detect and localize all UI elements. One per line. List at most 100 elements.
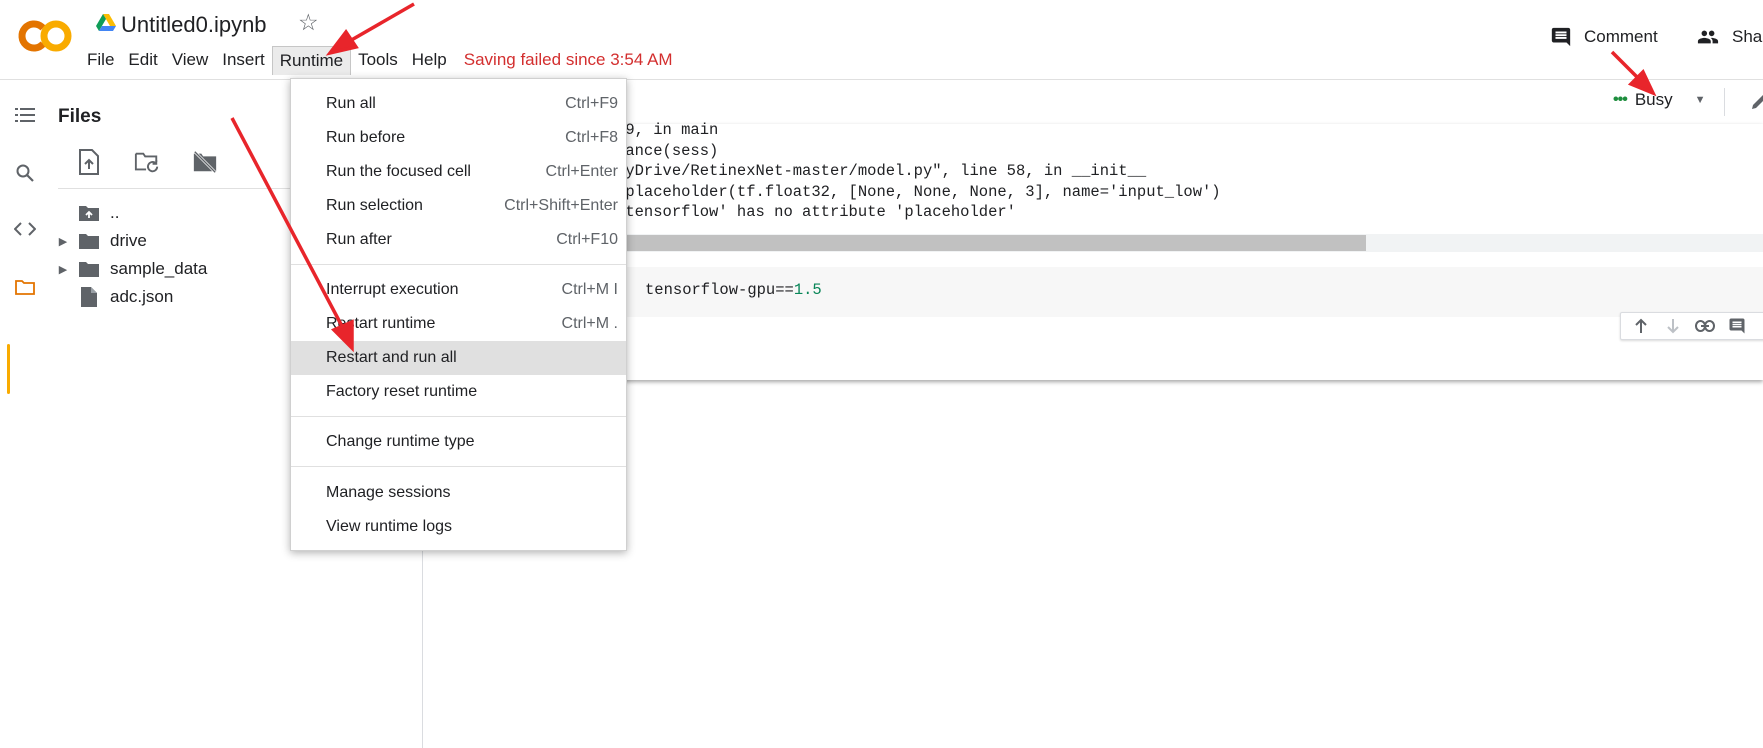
output-line: ent/drive/MyDrive/RetinexNet-master/mode…: [523, 162, 1147, 180]
menu-item-shortcut: Ctrl+M I: [561, 281, 618, 298]
menu-item-label: Interrupt execution: [326, 281, 459, 298]
search-icon[interactable]: [14, 162, 36, 184]
menu-item-shortcut: Ctrl+F8: [565, 129, 618, 146]
upload-file-icon[interactable]: [76, 148, 102, 176]
notebook-title[interactable]: Untitled0.ipynb: [121, 12, 267, 38]
code-number: 1.5: [793, 281, 822, 299]
comment-label: Comment: [1584, 27, 1658, 46]
files-toolbar: [76, 148, 218, 176]
share-button[interactable]: Sha: [1696, 26, 1762, 48]
tree-item-label: sample_data: [110, 259, 208, 278]
menu-separator: [291, 466, 626, 467]
folder-up-icon: [76, 202, 102, 224]
star-icon[interactable]: ☆: [298, 12, 319, 35]
folder-icon: [76, 230, 102, 252]
unmount-drive-icon[interactable]: [192, 148, 218, 176]
menu-item-label: View runtime logs: [326, 518, 452, 535]
runtime-menu: Run all Ctrl+F9 Run before Ctrl+F8 Run the…: [290, 78, 627, 551]
menu-item-label: Run before: [326, 129, 406, 146]
menu-edit[interactable]: Edit: [121, 46, 164, 74]
menu-item-factory-reset-runtime[interactable]: Factory reset runtime: [291, 375, 626, 409]
scrollbar-thumb[interactable]: [523, 235, 1366, 251]
menu-separator: [291, 416, 626, 417]
tree-item-parent[interactable]: ..: [50, 199, 119, 227]
menu-item-run-selection[interactable]: Run selection Ctrl+Shift+Enter: [291, 189, 626, 223]
menu-item-restart-runtime[interactable]: Restart runtime Ctrl+M .: [291, 307, 626, 341]
menu-item-interrupt-execution[interactable]: Interrupt execution Ctrl+M I: [291, 273, 626, 307]
left-rail: [0, 80, 50, 748]
tree-item-adc-json[interactable]: adc.json: [50, 283, 173, 311]
comment-icon: [1551, 27, 1571, 47]
google-drive-icon[interactable]: [96, 14, 116, 32]
menu-item-change-runtime-type[interactable]: Change runtime type: [291, 425, 626, 459]
link-icon[interactable]: [1695, 316, 1715, 336]
menu-item-run-before[interactable]: Run before Ctrl+F8: [291, 121, 626, 155]
code-line[interactable]: tensorflow-gpu==1.5: [645, 281, 822, 299]
menu-item-shortcut: Ctrl+Shift+Enter: [504, 197, 618, 214]
menu-file[interactable]: File: [80, 46, 121, 74]
menu-item-label: Run all: [326, 95, 376, 112]
output-line: owlight_enhance(sess): [523, 141, 1763, 162]
folder-icon[interactable]: [14, 276, 36, 298]
code-snippets-icon[interactable]: [14, 218, 36, 240]
tree-item-label: ..: [110, 203, 120, 222]
menu-insert[interactable]: Insert: [215, 46, 272, 74]
runtime-status-button[interactable]: ••• Busy ▼: [1613, 90, 1706, 110]
pencil-icon[interactable]: [1749, 92, 1763, 112]
folder-icon: [76, 258, 102, 280]
menu-item-shortcut: Ctrl+F9: [565, 95, 618, 112]
output-line: py", line 99, in main: [523, 121, 719, 139]
files-panel-title: Files: [58, 106, 102, 127]
file-icon: [76, 286, 102, 308]
menu-item-label: Restart and run all: [326, 349, 457, 366]
menu-item-shortcut: Ctrl+M .: [561, 315, 618, 332]
menu-item-run-all[interactable]: Run all Ctrl+F9: [291, 87, 626, 121]
people-icon: [1697, 30, 1719, 44]
tree-item-drive[interactable]: ▶ drive: [50, 227, 147, 255]
menu-runtime[interactable]: Runtime: [271, 45, 352, 75]
cell-toolbar: [1620, 312, 1763, 340]
tree-item-label: adc.json: [110, 287, 174, 306]
menu-help[interactable]: Help: [405, 46, 454, 74]
menu-item-label: Run after: [326, 231, 392, 248]
menu-item-shortcut: Ctrl+F10: [556, 231, 618, 248]
comment-icon[interactable]: [1727, 316, 1747, 336]
menu-tools[interactable]: Tools: [351, 46, 405, 74]
menu-bar: File Edit View Insert Runtime Tools Help…: [80, 45, 673, 75]
menu-item-run-focused-cell[interactable]: Run the focused cell Ctrl+Enter: [291, 155, 626, 189]
refresh-folder-icon[interactable]: [134, 148, 160, 176]
menu-item-run-after[interactable]: Run after Ctrl+F10: [291, 223, 626, 257]
output-line: r: module 'tensorflow' has no attribute …: [523, 203, 1016, 221]
toolbar-divider: [1724, 88, 1725, 116]
menu-item-label: Factory reset runtime: [326, 383, 478, 400]
menu-item-label: Change runtime type: [326, 433, 475, 450]
runtime-status-label: Busy: [1634, 90, 1673, 109]
expand-caret-icon[interactable]: ▶: [50, 235, 76, 248]
saving-status[interactable]: Saving failed since 3:54 AM: [464, 50, 673, 70]
app-header: Untitled0.ipynb ☆ File Edit View Insert …: [0, 0, 1763, 80]
move-up-icon[interactable]: [1631, 316, 1651, 336]
menu-separator: [291, 264, 626, 265]
menu-item-shortcut: Ctrl+Enter: [545, 163, 618, 180]
menu-item-label: Manage sessions: [326, 484, 451, 501]
tree-item-label: drive: [110, 231, 147, 250]
menu-item-label: Run selection: [326, 197, 423, 214]
menu-item-view-runtime-logs[interactable]: View runtime logs: [291, 510, 626, 544]
comment-button[interactable]: Comment: [1550, 26, 1658, 48]
output-line: t_low = tf.placeholder(tf.float32, [None…: [523, 182, 1221, 201]
menu-item-manage-sessions[interactable]: Manage sessions: [291, 476, 626, 510]
active-rail-indicator: [7, 344, 10, 394]
table-of-contents-icon[interactable]: [14, 104, 36, 126]
menu-view[interactable]: View: [165, 46, 216, 74]
code-text: tensorflow-gpu==: [645, 281, 794, 299]
move-down-icon[interactable]: [1663, 316, 1683, 336]
busy-indicator-icon: •••: [1613, 91, 1628, 108]
share-label: Sha: [1732, 27, 1763, 46]
tree-item-sample-data[interactable]: ▶ sample_data: [50, 255, 208, 283]
menu-item-label: Restart runtime: [326, 315, 436, 332]
menu-item-label: Run the focused cell: [326, 163, 471, 180]
chevron-down-icon[interactable]: ▼: [1695, 94, 1706, 106]
colab-logo[interactable]: [16, 18, 74, 54]
expand-caret-icon[interactable]: ▶: [50, 263, 76, 276]
menu-item-restart-and-run-all[interactable]: Restart and run all: [291, 341, 626, 375]
